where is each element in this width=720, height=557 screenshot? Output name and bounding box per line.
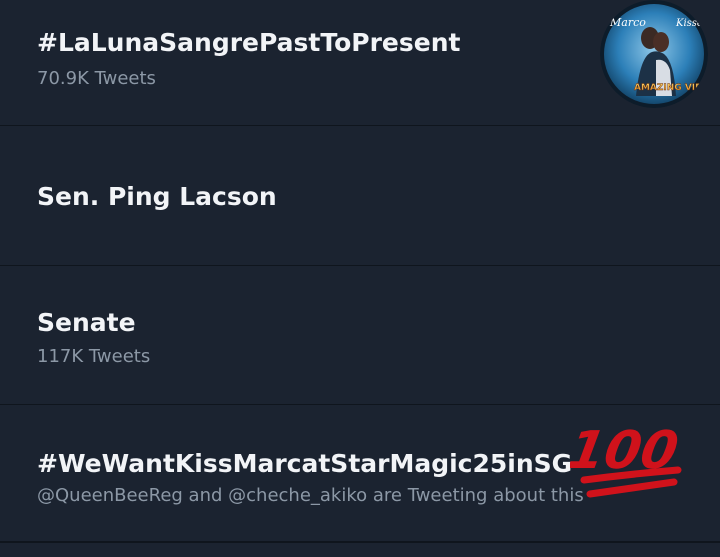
trend-title[interactable]: #LaLunaSangrePastToPresent	[37, 28, 460, 57]
trend-title[interactable]: Sen. Ping Lacson	[37, 182, 277, 211]
trend-title[interactable]: Senate	[37, 308, 136, 337]
thumbnail-image: Marco Kisses AMAZING VIRG	[600, 0, 708, 108]
thumbnail-text-left: Marco	[609, 16, 646, 29]
next-item-edge	[0, 542, 720, 557]
hundred-points-icon: 100	[563, 410, 690, 506]
trend-tweet-count: 117K Tweets	[37, 346, 151, 367]
trend-title[interactable]: #WeWantKissMarcatStarMagic25inSG	[37, 449, 572, 478]
thumbnail-title: AMAZING VIRG	[634, 83, 708, 93]
trend-thumbnail[interactable]: Marco Kisses AMAZING VIRG	[600, 0, 708, 108]
trend-item[interactable]: Senate 117K Tweets	[0, 266, 720, 405]
trend-item[interactable]: #LaLunaSangrePastToPresent 70.9K Tweets	[0, 0, 720, 126]
trend-context: @QueenBeeReg and @cheche_akiko are Tweet…	[37, 485, 584, 506]
trend-tweet-count: 70.9K Tweets	[37, 68, 156, 89]
trend-item[interactable]: Sen. Ping Lacson	[0, 126, 720, 266]
thumbnail-text-right: Kisses	[675, 18, 708, 29]
